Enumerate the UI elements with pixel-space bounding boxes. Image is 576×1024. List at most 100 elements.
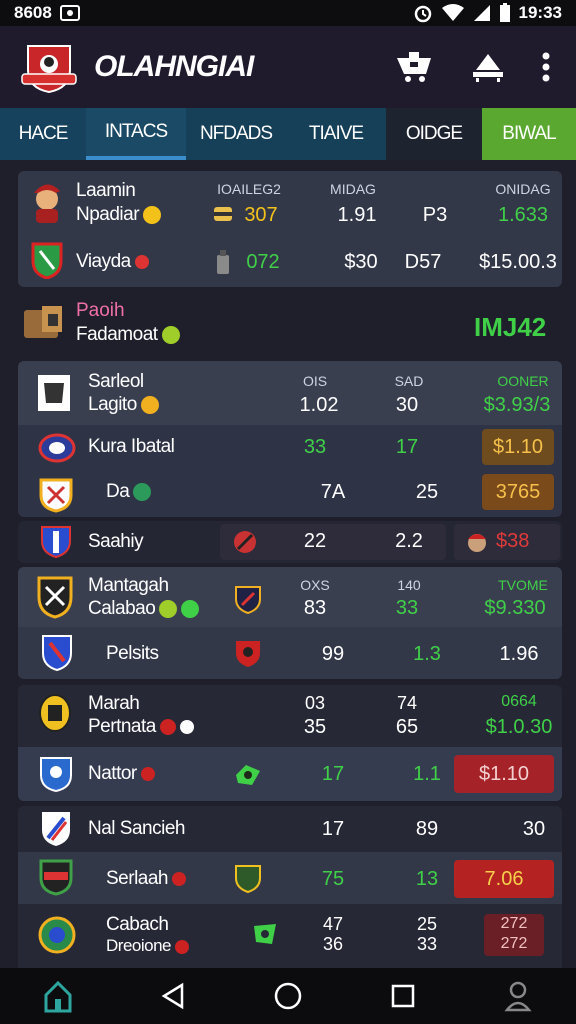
stat-value: 89 xyxy=(415,818,439,840)
team-crest-icon xyxy=(39,694,71,732)
column-header: 140 xyxy=(397,577,421,593)
stat-value: 2.2 xyxy=(395,530,423,552)
match-row[interactable]: Serlaah 75 13 7.06 xyxy=(18,852,562,904)
wifi-icon xyxy=(441,4,464,21)
stat-value: 33 xyxy=(416,934,438,954)
match-row[interactable]: Nal Sancieh 17 89 30 xyxy=(18,806,562,852)
back-icon[interactable] xyxy=(149,972,197,1020)
system-nav-bar xyxy=(0,968,576,1024)
stat-value: 47 xyxy=(322,914,344,934)
odds-value[interactable]: $3.93/3 xyxy=(482,394,552,417)
tab-intacs[interactable]: INTACS xyxy=(86,108,186,160)
section-score: IMJ42 xyxy=(474,312,547,342)
recents-icon[interactable] xyxy=(379,972,427,1020)
stat-value: 1.1 xyxy=(413,763,441,785)
team-name: Saahiy xyxy=(88,531,144,552)
profile-icon[interactable] xyxy=(494,972,542,1020)
team-subname: Lagito xyxy=(88,394,159,416)
odds-button[interactable]: 3765 xyxy=(482,474,554,510)
odds-value[interactable]: 1.633 xyxy=(488,204,558,227)
match-group-4: Nal Sancieh 17 89 30 Serlaah 75 13 7.06 … xyxy=(18,806,562,968)
home-icon[interactable] xyxy=(34,972,82,1020)
app-logo xyxy=(20,40,78,94)
column-header: MIDAG xyxy=(330,181,376,197)
stat-value: 36 xyxy=(322,934,344,954)
status-time-left: 8608 xyxy=(14,3,52,22)
tab-nfdads[interactable]: NFDADS xyxy=(186,108,286,160)
cart-icon[interactable] xyxy=(392,45,436,89)
player-avatar-icon xyxy=(34,184,60,223)
match-group-3: Marah Pertnata 03 74 0664 35 65 $1.0.30 … xyxy=(18,685,562,801)
folder-icon xyxy=(24,306,62,338)
odds-value[interactable]: 1.96 xyxy=(484,643,554,666)
team-crest-icon xyxy=(40,757,72,793)
flag-icon xyxy=(172,871,186,886)
team-name: Mantagah xyxy=(88,575,169,596)
column-header: SAD xyxy=(394,373,424,389)
stat-value: 33 xyxy=(303,436,327,458)
more-menu-icon[interactable] xyxy=(536,45,556,89)
odds-value[interactable]: $9.330 xyxy=(480,597,550,620)
odds-value[interactable]: $1.0.30 xyxy=(476,716,562,739)
match-row[interactable]: Mantagah Calabao OXS 140 TVOME 83 33 $9.… xyxy=(18,567,562,627)
match-row[interactable]: Marah Pertnata 03 74 0664 35 65 $1.0.30 xyxy=(18,685,562,747)
team-name: Da xyxy=(106,481,152,503)
no-entry-icon xyxy=(234,531,256,553)
odds-value: 272 xyxy=(500,915,528,932)
tab-biwal[interactable]: BIWAL xyxy=(482,108,576,160)
match-bar-row[interactable]: Saahiy 22 2.2 $38 xyxy=(18,521,562,563)
match-row[interactable]: Da 7A 25 3765 xyxy=(18,471,562,517)
team-crest-icon xyxy=(42,635,72,671)
stat-value: 35 xyxy=(303,716,327,738)
stat-value: 17 xyxy=(321,763,345,785)
odds-value[interactable]: $38 xyxy=(496,530,529,553)
team-crest-icon xyxy=(38,433,76,463)
team-badge-icon xyxy=(236,641,260,667)
odds-button[interactable]: 272 272 xyxy=(484,914,544,956)
stat-header-value: 03 xyxy=(304,693,326,713)
team-name: Kura Ibatal xyxy=(88,436,175,457)
stat-value: 1.3 xyxy=(413,643,441,665)
stat-value: 7A xyxy=(320,481,346,503)
team-name: Nattor xyxy=(88,763,155,785)
team-subname: Dreoione xyxy=(106,936,189,956)
team-badge-icon xyxy=(236,765,260,785)
section-subtitle: Fadamoat xyxy=(76,324,180,346)
match-row[interactable]: Pelsits 99 1.3 1.96 xyxy=(18,627,562,679)
photo-icon xyxy=(59,5,80,21)
team-crest-icon xyxy=(31,242,63,279)
match-row[interactable]: Sarleol Lagito OIS SAD OONER 1.02 30 $3.… xyxy=(18,361,562,425)
tab-tiaive[interactable]: TIAIVE xyxy=(286,108,386,160)
match-row[interactable]: Kura Ibatal 33 17 $1.10 xyxy=(18,425,562,471)
circle-home-icon[interactable] xyxy=(264,972,312,1020)
stat-value: 17 xyxy=(321,818,345,840)
match-row[interactable]: Nattor 17 1.1 $1.10 xyxy=(18,747,562,801)
signal-icon xyxy=(473,5,490,21)
team-crest-icon xyxy=(42,812,70,846)
team-crest-icon xyxy=(39,859,73,896)
odds-value[interactable]: $15.00.3 xyxy=(478,251,558,274)
team-subname: Calabao xyxy=(88,598,200,620)
top-match-card[interactable]: IOAILEG2 MIDAG ONIDAG Laamin Npadiar 307… xyxy=(18,171,562,287)
team-name: Cabach xyxy=(106,914,169,935)
helmet-icon xyxy=(468,534,486,552)
team-crest-icon xyxy=(38,375,70,411)
odds-button[interactable]: $1.10 xyxy=(454,755,554,793)
stat-value: 1.91 xyxy=(337,204,377,226)
tab-oidge[interactable]: OIDGE xyxy=(386,108,482,160)
tray-icon[interactable] xyxy=(466,45,510,89)
badge-icon xyxy=(179,719,194,734)
tab-hace[interactable]: HACE xyxy=(0,108,86,160)
odds-button[interactable]: 7.06 xyxy=(454,860,554,898)
column-header: TVOME xyxy=(498,577,548,593)
team-name: Serlaah xyxy=(106,868,186,890)
odds-button[interactable]: $1.10 xyxy=(482,429,554,465)
badge-icon xyxy=(143,205,162,224)
stat-value: 75 xyxy=(321,868,345,890)
stat-value: 83 xyxy=(303,597,327,619)
stat-value: 1.02 xyxy=(299,394,339,416)
match-row[interactable]: Cabach Dreoione 47 36 25 33 272 272 xyxy=(18,904,562,968)
battery-icon xyxy=(499,3,510,22)
team-crest-icon xyxy=(41,526,71,559)
odds-value[interactable]: 30 xyxy=(514,818,554,841)
